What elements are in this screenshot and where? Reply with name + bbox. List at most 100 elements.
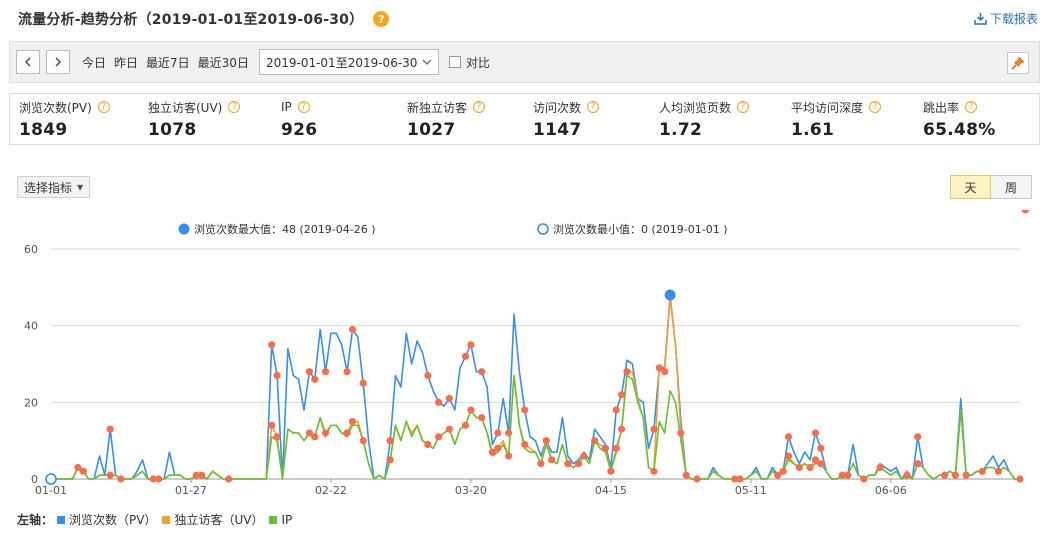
data-point-marker bbox=[461, 352, 470, 360]
metric-label: 独立访客(UV) bbox=[148, 100, 223, 115]
data-point-marker bbox=[903, 471, 911, 479]
data-point-marker bbox=[273, 433, 281, 441]
legend-item-uv[interactable]: 独立访客（UV） bbox=[162, 511, 263, 528]
compare-label: 对比 bbox=[465, 55, 490, 70]
metric-visits: 访问次数? 1147 bbox=[533, 98, 600, 140]
granularity-day-button[interactable]: 天 bbox=[950, 175, 991, 199]
data-point-marker bbox=[650, 425, 658, 433]
next-period-button[interactable] bbox=[46, 50, 70, 74]
data-point-marker bbox=[650, 467, 658, 475]
x-tick-label: 04-15 bbox=[595, 484, 627, 497]
data-point-marker bbox=[343, 368, 351, 376]
page-header: 流量分析-趋势分析（2019-01-01至2019-06-30） ? bbox=[18, 8, 390, 30]
y-tick-label: 60 bbox=[24, 243, 38, 256]
legend-label: IP bbox=[281, 512, 293, 527]
series-line-2 bbox=[51, 374, 1020, 480]
pin-icon bbox=[1011, 56, 1025, 70]
data-point-marker bbox=[612, 444, 620, 452]
data-point-marker bbox=[348, 417, 357, 426]
data-point-marker bbox=[305, 368, 313, 376]
compare-checkbox[interactable] bbox=[448, 56, 461, 68]
data-point-marker bbox=[580, 452, 588, 460]
help-icon[interactable]: ? bbox=[869, 101, 882, 113]
data-point-marker bbox=[155, 475, 163, 483]
chevron-down-icon bbox=[422, 59, 432, 65]
metrics-summary: 浏览次数(PV)? 1849 独立访客(UV)? 1078 IP? 926 新独… bbox=[9, 93, 1040, 145]
min-annotation-icon bbox=[537, 223, 549, 235]
help-icon[interactable]: ? bbox=[965, 101, 978, 113]
help-icon[interactable]: ? bbox=[97, 101, 110, 113]
data-point-marker bbox=[962, 471, 970, 479]
data-point-marker bbox=[548, 456, 556, 464]
max-annotation-text: 浏览次数最大值：48 (2019-04-26 ) bbox=[194, 222, 376, 236]
date-range-value: 2019-01-01至2019-06-30 bbox=[265, 55, 418, 70]
pin-button[interactable] bbox=[1007, 52, 1029, 74]
data-point-marker bbox=[914, 460, 922, 468]
data-point-marker bbox=[494, 444, 502, 452]
data-point-marker bbox=[612, 406, 620, 414]
select-metric-dropdown[interactable]: 选择指标 ▼ bbox=[17, 176, 91, 198]
download-report-link[interactable]: 下载报表 bbox=[974, 10, 1038, 27]
data-point-marker bbox=[225, 475, 233, 483]
data-point-marker bbox=[273, 371, 281, 380]
x-tick-label: 03-20 bbox=[455, 484, 487, 497]
quick-date-last7[interactable]: 最近7日 bbox=[146, 54, 190, 71]
download-icon bbox=[974, 13, 987, 25]
data-point-marker bbox=[106, 425, 114, 433]
granularity-week-button[interactable]: 周 bbox=[991, 175, 1032, 199]
data-point-marker bbox=[591, 437, 599, 445]
data-point-marker bbox=[504, 452, 513, 460]
data-point-marker bbox=[661, 368, 669, 376]
data-point-marker bbox=[79, 467, 87, 475]
metric-pages-per-visitor: 人均浏览页数? 1.72 bbox=[659, 98, 750, 140]
data-point-marker bbox=[618, 391, 626, 399]
legend-item-ip[interactable]: IP bbox=[269, 513, 292, 527]
granularity-toggle: 天 周 bbox=[950, 175, 1032, 199]
help-icon[interactable]: ? bbox=[473, 101, 486, 113]
metric-bounce-rate: 跳出率? 65.48% bbox=[923, 98, 996, 141]
metric-value: 926 bbox=[281, 120, 318, 140]
max-annotation-icon bbox=[178, 223, 190, 235]
data-point-marker bbox=[1021, 210, 1029, 214]
help-icon[interactable]: ? bbox=[297, 101, 310, 113]
min-value-marker bbox=[45, 473, 57, 485]
chevron-right-icon bbox=[55, 57, 61, 67]
legend-axis-label: 左轴： bbox=[17, 513, 54, 527]
max-value-marker bbox=[664, 289, 676, 301]
data-point-marker bbox=[844, 471, 852, 479]
quick-date-last30[interactable]: 最近30日 bbox=[198, 54, 249, 71]
metric-label: 新独立访客 bbox=[407, 100, 468, 115]
metric-value: 1.61 bbox=[791, 120, 835, 140]
help-icon[interactable]: ? bbox=[373, 11, 390, 27]
help-icon[interactable]: ? bbox=[587, 101, 600, 113]
metric-value: 65.48% bbox=[923, 120, 996, 140]
quick-date-today[interactable]: 今日 bbox=[82, 54, 106, 71]
date-range-select[interactable]: 2019-01-01至2019-06-30 bbox=[258, 49, 439, 75]
legend-swatch bbox=[57, 515, 66, 524]
metric-label: 人均浏览页数 bbox=[659, 100, 732, 115]
data-point-marker bbox=[941, 471, 949, 479]
data-point-marker bbox=[359, 437, 367, 445]
data-point-marker bbox=[914, 433, 922, 441]
data-point-marker bbox=[343, 429, 351, 437]
legend-item-pv[interactable]: 浏览次数（PV） bbox=[57, 511, 156, 528]
data-point-marker bbox=[951, 471, 960, 479]
data-point-marker bbox=[424, 371, 432, 380]
legend-swatch bbox=[162, 515, 171, 524]
prev-period-button[interactable] bbox=[16, 50, 40, 74]
data-point-marker bbox=[784, 452, 793, 460]
data-point-marker bbox=[542, 437, 550, 445]
data-point-marker bbox=[117, 475, 125, 483]
help-icon[interactable]: ? bbox=[737, 101, 750, 113]
compare-toggle[interactable]: 对比 bbox=[448, 54, 490, 71]
data-point-marker bbox=[682, 471, 690, 479]
data-point-marker bbox=[467, 341, 475, 349]
quick-date-yesterday[interactable]: 昨日 bbox=[114, 54, 138, 71]
chevron-left-icon bbox=[25, 57, 31, 67]
metric-value: 1.72 bbox=[659, 120, 703, 140]
help-icon[interactable]: ? bbox=[228, 101, 241, 113]
metric-label: 跳出率 bbox=[923, 100, 960, 115]
data-point-marker bbox=[386, 437, 394, 445]
x-tick-label: 05-11 bbox=[735, 484, 767, 497]
metric-value: 1147 bbox=[533, 120, 582, 140]
